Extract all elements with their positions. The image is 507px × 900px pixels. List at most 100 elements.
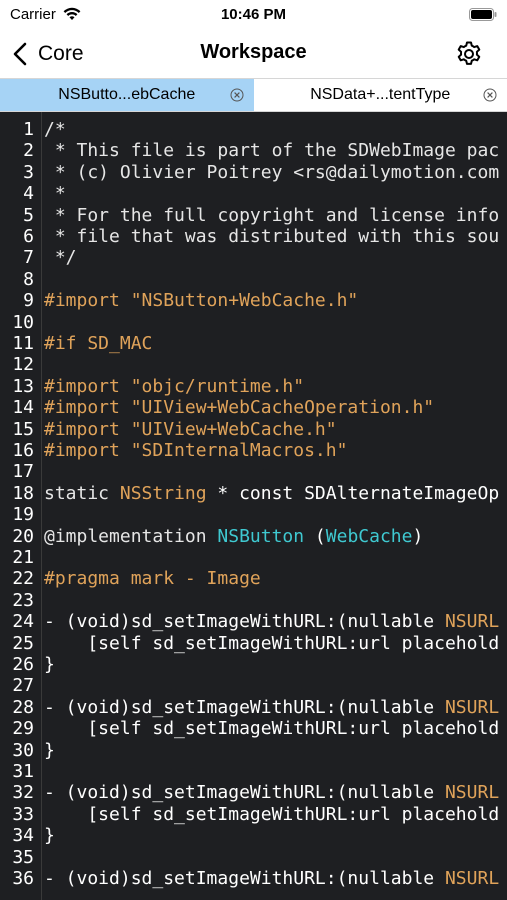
code-text: } bbox=[44, 825, 55, 846]
code-token: [self sd_setImageWithURL:url placehold bbox=[44, 803, 500, 825]
code-text: * (c) Olivier Poitrey <rs@dailymotion.co… bbox=[44, 162, 499, 183]
line-number: 18 bbox=[12, 482, 34, 504]
tab-nsbutton-webcache[interactable]: NSButto...ebCache bbox=[0, 79, 254, 111]
code-token: NSButton bbox=[217, 525, 305, 547]
code-token: NSURL bbox=[444, 782, 500, 804]
code-line: 7 */ bbox=[0, 247, 507, 268]
line-number: 32 bbox=[12, 782, 34, 804]
line-number: 21 bbox=[12, 547, 34, 568]
close-icon[interactable] bbox=[230, 88, 244, 102]
code-line: 12 bbox=[0, 354, 507, 375]
code-line: 16 #import "SDInternalMacros.h" bbox=[0, 440, 507, 461]
line-number: 12 bbox=[12, 354, 34, 376]
line-number: 11 bbox=[12, 333, 34, 354]
code-line: 27 bbox=[0, 675, 507, 696]
line-number: 10 bbox=[12, 311, 34, 333]
navigation-bar: Core Workspace bbox=[0, 30, 507, 78]
code-text: */ bbox=[44, 247, 77, 268]
code-text: @implementation NSButton (WebCache) bbox=[44, 526, 423, 547]
code-token: static bbox=[44, 482, 120, 504]
code-token: * const SDAlternateImageOp bbox=[206, 482, 500, 504]
code-line: 21 bbox=[0, 547, 507, 568]
code-line: 10 bbox=[0, 312, 507, 333]
code-token: * bbox=[44, 183, 66, 205]
code-text: * file that was distributed with this so… bbox=[44, 226, 499, 247]
page-title: Workspace bbox=[200, 41, 307, 63]
code-token: WebCache bbox=[325, 525, 413, 547]
code-text: #import "objc/runtime.h" bbox=[44, 376, 304, 397]
code-line: 6 * file that was distributed with this … bbox=[0, 226, 507, 247]
code-text: [self sd_setImageWithURL:url placehold bbox=[44, 718, 499, 739]
code-text: - (void)sd_setImageWithURL:(nullable NSU… bbox=[44, 611, 499, 632]
code-token: #import "UIView+WebCacheOperation.h" bbox=[44, 397, 435, 419]
code-token: ( bbox=[304, 525, 326, 547]
code-text: [self sd_setImageWithURL:url placehold bbox=[44, 633, 499, 654]
line-number: 14 bbox=[12, 397, 34, 419]
code-text: * This file is part of the SDWebImage pa… bbox=[44, 140, 499, 161]
code-line: 20 @implementation NSButton (WebCache) bbox=[0, 526, 507, 547]
code-token: #if SD_MAC bbox=[44, 333, 153, 354]
code-token: } bbox=[44, 825, 55, 847]
line-number: 24 bbox=[12, 611, 34, 633]
close-icon[interactable] bbox=[483, 88, 497, 102]
code-line: 4 * bbox=[0, 183, 507, 204]
code-token: [self sd_setImageWithURL:url placehold bbox=[44, 632, 500, 654]
line-number: 26 bbox=[12, 654, 34, 675]
line-number: 13 bbox=[12, 375, 34, 397]
code-token: NSURL bbox=[444, 868, 500, 889]
line-number: 8 bbox=[23, 268, 34, 290]
code-line: 34} bbox=[0, 825, 507, 846]
code-line: 1 /* bbox=[0, 119, 507, 140]
code-line: 28 - (void)sd_setImageWithURL:(nullable N… bbox=[0, 697, 507, 718]
tab-nsdata-contenttype[interactable]: NSData+...tentType bbox=[254, 79, 507, 111]
code-token: #import "SDInternalMacros.h" bbox=[44, 440, 348, 461]
line-number: 31 bbox=[12, 761, 34, 782]
code-token: #import "objc/runtime.h" bbox=[44, 375, 305, 397]
line-number: 1 bbox=[23, 119, 34, 140]
line-number: 27 bbox=[12, 675, 34, 697]
code-token: * For the full copyright and license inf… bbox=[44, 204, 500, 226]
code-token: - (void)sd_setImageWithURL:(nullable bbox=[44, 868, 445, 889]
code-token: [self sd_setImageWithURL:url placehold bbox=[44, 718, 500, 740]
code-line: 17 bbox=[0, 461, 507, 482]
code-text: } bbox=[44, 740, 55, 761]
code-text: * bbox=[44, 183, 66, 204]
tab-bar: NSButto...ebCache NSData+...tentType bbox=[0, 78, 507, 112]
code-line: 23 bbox=[0, 590, 507, 611]
code-text: #import "NSButton+WebCache.h" bbox=[44, 290, 358, 311]
battery-icon bbox=[469, 8, 497, 21]
code-line: 30} bbox=[0, 740, 507, 761]
line-number: 25 bbox=[12, 632, 34, 654]
code-line: 36 - (void)sd_setImageWithURL:(nullable N… bbox=[0, 868, 507, 889]
gear-icon[interactable] bbox=[455, 40, 483, 68]
code-line: 25 [self sd_setImageWithURL:url placehol… bbox=[0, 633, 507, 654]
line-number: 29 bbox=[12, 718, 34, 740]
code-line: 33 [self sd_setImageWithURL:url placehol… bbox=[0, 804, 507, 825]
line-number: 30 bbox=[12, 739, 34, 761]
line-number: 34 bbox=[12, 825, 34, 847]
code-text: static NSString * const SDAlternateImage… bbox=[44, 483, 499, 504]
code-line: 32 - (void)sd_setImageWithURL:(nullable N… bbox=[0, 782, 507, 803]
tab-label: NSData+...tentType bbox=[310, 86, 451, 103]
code-line: 3 * (c) Olivier Poitrey <rs@dailymotion.… bbox=[0, 162, 507, 183]
code-line: 22 #pragma mark - Image bbox=[0, 568, 507, 589]
code-line: 24 - (void)sd_setImageWithURL:(nullable N… bbox=[0, 611, 507, 632]
code-line: 2 * This file is part of the SDWebImage … bbox=[0, 140, 507, 161]
code-token: #pragma mark - Image bbox=[44, 568, 261, 590]
code-line: 8 bbox=[0, 269, 507, 290]
line-number: 7 bbox=[23, 247, 34, 269]
code-line: 9 #import "NSButton+WebCache.h" bbox=[0, 290, 507, 311]
line-number: 4 bbox=[23, 183, 34, 205]
status-time: 10:46 PM bbox=[220, 6, 287, 23]
code-line: 11 #if SD_MAC bbox=[0, 333, 507, 354]
code-line: 13 #import "objc/runtime.h" bbox=[0, 376, 507, 397]
tab-label: NSButto...ebCache bbox=[58, 86, 196, 103]
line-number: 28 bbox=[12, 696, 34, 718]
code-line: 15 #import "UIView+WebCache.h" bbox=[0, 419, 507, 440]
code-text: [self sd_setImageWithURL:url placehold bbox=[44, 804, 499, 825]
code-text: #import "UIView+WebCacheOperation.h" bbox=[44, 397, 434, 418]
code-text: #import "SDInternalMacros.h" bbox=[44, 440, 347, 461]
line-number: 16 bbox=[12, 440, 34, 461]
code-editor[interactable]: 1/* 2 * This file is part of the SDWebIma… bbox=[0, 112, 507, 900]
line-number: 2 bbox=[23, 140, 34, 162]
